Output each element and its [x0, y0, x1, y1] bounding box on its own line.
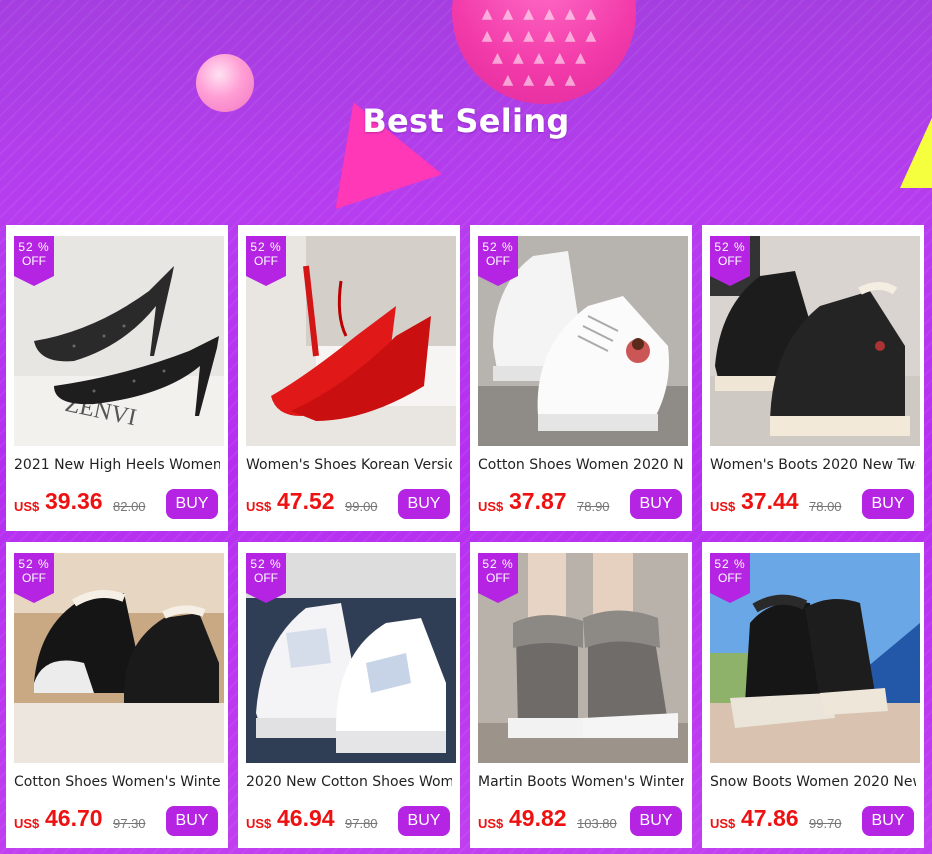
product-card[interactable]: 52 % OFF 2020 New Cotton Shoes Women US$ …: [238, 542, 460, 848]
buy-button[interactable]: BUY: [630, 806, 682, 836]
discount-badge: 52 % OFF: [478, 553, 518, 603]
currency-label: US$: [710, 816, 736, 831]
product-name[interactable]: Snow Boots Women 2020 New: [710, 774, 916, 792]
price-row: US$ 47.86 99.70 BUY: [710, 804, 920, 838]
product-name[interactable]: Women's Shoes Korean Version: [246, 457, 452, 475]
original-price: 97.30: [113, 816, 146, 831]
product-card[interactable]: 52 % OFF Women's Shoes Korean Version US$…: [238, 225, 460, 531]
buy-button[interactable]: BUY: [166, 489, 218, 519]
price-row: US$ 46.70 97.30 BUY: [14, 804, 224, 838]
currency-label: US$: [246, 499, 272, 514]
discount-badge: 52 % OFF: [710, 236, 750, 286]
original-price: 97.80: [345, 816, 378, 831]
buy-button[interactable]: BUY: [862, 806, 914, 836]
price-row: US$ 47.52 99.00 BUY: [246, 487, 456, 521]
currency-label: US$: [246, 816, 272, 831]
buy-button[interactable]: BUY: [398, 489, 450, 519]
discount-badge: 52 % OFF: [478, 236, 518, 286]
product-name[interactable]: Cotton Shoes Women 2020 New: [478, 457, 684, 475]
discount-badge: 52 % OFF: [246, 236, 286, 286]
discount-badge: 52 % OFF: [14, 236, 54, 286]
original-price: 103.80: [577, 816, 617, 831]
currency-label: US$: [478, 816, 504, 831]
original-price: 99.00: [345, 499, 378, 514]
sale-price: 39.36: [45, 488, 103, 514]
product-card[interactable]: 52 % OFF Cotton Shoes Women 2020 New US$ …: [470, 225, 692, 531]
product-name[interactable]: 2020 New Cotton Shoes Women: [246, 774, 452, 792]
sale-price: 37.87: [509, 488, 567, 514]
product-card[interactable]: 52 % OFF Cotton Shoes Women's Winter US$ …: [6, 542, 228, 848]
product-name[interactable]: Women's Boots 2020 New Two: [710, 457, 916, 475]
price-row: US$ 39.36 82.00 BUY: [14, 487, 224, 521]
buy-button[interactable]: BUY: [862, 489, 914, 519]
sale-price: 46.70: [45, 805, 103, 831]
buy-button[interactable]: BUY: [398, 806, 450, 836]
sale-price: 46.94: [277, 805, 335, 831]
product-card[interactable]: 52 % OFF Snow Boots Women 2020 New US$ 47…: [702, 542, 924, 848]
product-name[interactable]: Cotton Shoes Women's Winter: [14, 774, 220, 792]
original-price: 78.00: [809, 499, 842, 514]
discount-badge: 52 % OFF: [246, 553, 286, 603]
original-price: 99.70: [809, 816, 842, 831]
decorative-circle: ▲▲▲▲▲ ▲▲▲▲▲▲ ▲▲▲▲▲▲ ▲▲▲▲▲▲ ▲▲▲▲▲▲ ▲▲▲▲▲ …: [452, 0, 636, 104]
buy-button[interactable]: BUY: [630, 489, 682, 519]
sale-price: 47.86: [741, 805, 799, 831]
product-card[interactable]: 52 % OFF Women's Boots 2020 New Two US$ 3…: [702, 225, 924, 531]
currency-label: US$: [14, 499, 40, 514]
currency-label: US$: [478, 499, 504, 514]
original-price: 82.00: [113, 499, 146, 514]
product-name[interactable]: 2021 New High Heels Women's: [14, 457, 220, 475]
sale-price: 49.82: [509, 805, 567, 831]
sale-price: 37.44: [741, 488, 799, 514]
discount-badge: 52 % OFF: [14, 553, 54, 603]
product-grid: ZENVI 52 % OFF 2021 New High Heels Women'…: [6, 225, 928, 848]
currency-label: US$: [710, 499, 736, 514]
buy-button[interactable]: BUY: [166, 806, 218, 836]
original-price: 78.90: [577, 499, 610, 514]
price-row: US$ 46.94 97.80 BUY: [246, 804, 456, 838]
discount-badge: 52 % OFF: [710, 553, 750, 603]
product-card[interactable]: ZENVI 52 % OFF 2021 New High Heels Women'…: [6, 225, 228, 531]
product-name[interactable]: Martin Boots Women's Winter: [478, 774, 684, 792]
currency-label: US$: [14, 816, 40, 831]
price-row: US$ 49.82 103.80 BUY: [478, 804, 688, 838]
sale-price: 47.52: [277, 488, 335, 514]
page-title: Best Seling: [362, 102, 570, 140]
price-row: US$ 37.87 78.90 BUY: [478, 487, 688, 521]
price-row: US$ 37.44 78.00 BUY: [710, 487, 920, 521]
product-card[interactable]: 52 % OFF Martin Boots Women's Winter US$ …: [470, 542, 692, 848]
